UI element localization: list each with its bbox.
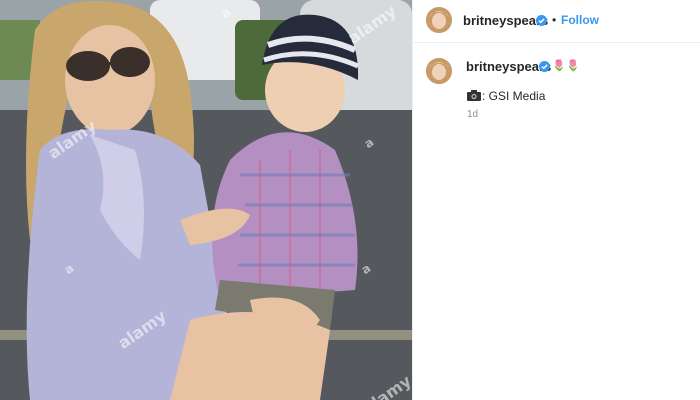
post-photo[interactable]: alamy alamy alamy alamy a a a a	[0, 0, 412, 400]
post-timestamp[interactable]: 1d	[467, 109, 478, 120]
separator-dot: •	[552, 13, 557, 27]
verified-icon	[539, 61, 550, 72]
verified-icon	[536, 15, 547, 26]
avatar[interactable]	[426, 7, 452, 33]
tulip-emoji: 🌷	[552, 60, 566, 72]
post-photo-image	[0, 0, 412, 400]
camera-icon	[467, 90, 481, 101]
follow-button[interactable]: Follow	[561, 13, 599, 27]
tulip-emoji: 🌷	[566, 60, 580, 72]
caption-text: : GSI Media	[482, 89, 546, 103]
caption-credit: GSI Media	[488, 89, 546, 103]
post-side-panel: britneyspears • Follow britneyspears 🌷 🌷…	[413, 0, 700, 400]
comment-avatar[interactable]	[426, 58, 452, 84]
post-header: britneyspears • Follow	[413, 0, 700, 43]
